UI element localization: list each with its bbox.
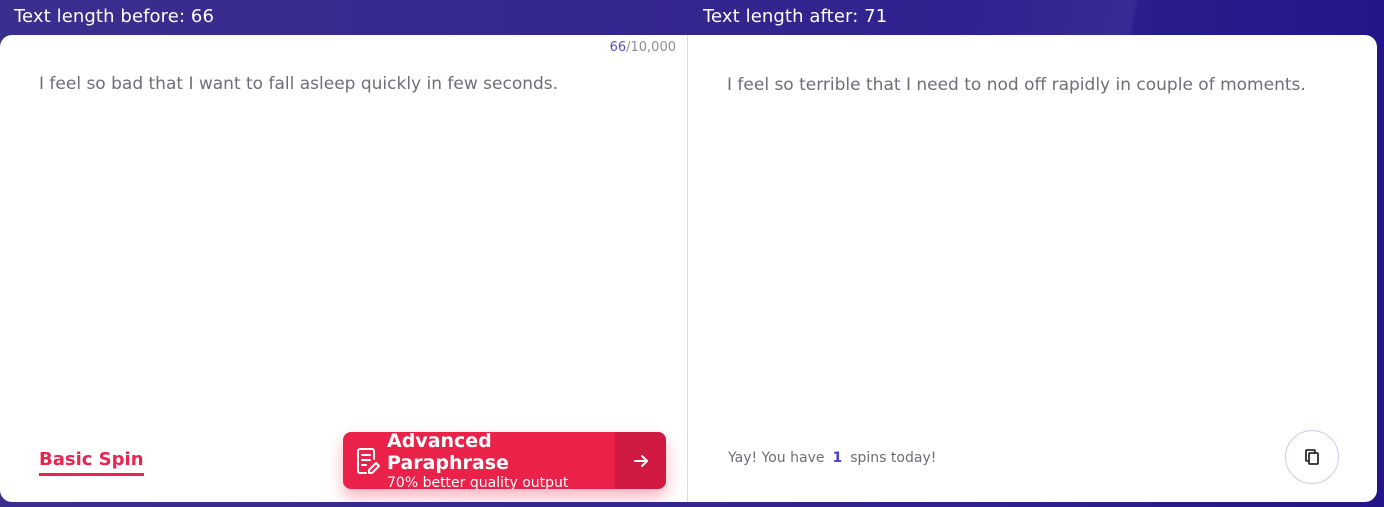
document-edit-icon: [357, 447, 380, 474]
copy-icon: [1305, 449, 1319, 465]
arrow-right-icon: [633, 454, 648, 467]
panel-divider: [687, 35, 688, 502]
spins-count: 1: [832, 450, 843, 466]
paraphrase-card: 66/10,000 I feel so bad that I want to f…: [0, 35, 1377, 502]
advanced-paraphrase-text: Advanced Paraphrase 70% better quality o…: [387, 432, 615, 489]
basic-spin-button[interactable]: Basic Spin: [39, 449, 144, 476]
text-length-before: Text length before: 66: [14, 6, 215, 27]
counter-current: 66: [609, 40, 627, 55]
advanced-paraphrase-title: Advanced Paraphrase: [387, 432, 509, 474]
advanced-paraphrase-subtitle: 70% better quality output: [387, 474, 569, 490]
copy-button[interactable]: [1285, 430, 1339, 484]
advanced-paraphrase-button[interactable]: Advanced Paraphrase 70% better quality o…: [343, 432, 666, 489]
spins-remaining: Yay! You have 1 spins today!: [728, 450, 936, 466]
character-counter: 66/10,000: [520, 40, 676, 55]
counter-max: /10,000: [626, 40, 676, 55]
background-streak: [964, 0, 1384, 40]
spins-prefix: Yay! You have: [728, 450, 825, 466]
advanced-arrow-area[interactable]: [615, 432, 666, 489]
input-textarea[interactable]: I feel so bad that I want to fall asleep…: [39, 72, 659, 96]
spins-suffix: spins today!: [850, 450, 937, 466]
text-length-after: Text length after: 71: [703, 6, 888, 27]
output-text: I feel so terrible that I need to nod of…: [727, 75, 1306, 95]
